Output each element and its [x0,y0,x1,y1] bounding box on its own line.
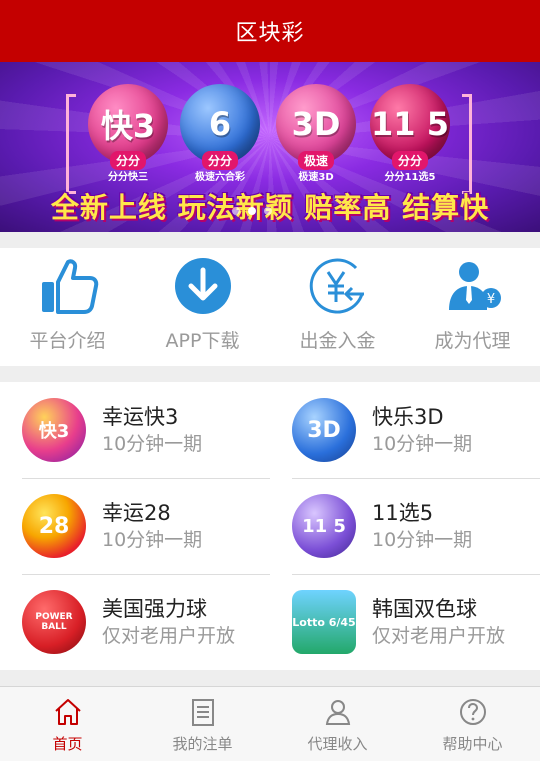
quick-item-deposit-withdraw[interactable]: 出金入金 [270,248,405,366]
lottery-name: 幸运28 [102,501,171,525]
carousel-indicator [232,207,272,215]
lottery-item-lucky-k3[interactable]: 快3 幸运快3 10分钟一期 [0,382,270,478]
banner-slogan: 全新上线 玩法新颖 赔率高 结算快 [50,191,490,224]
lottery-icon-badge: 11 5 [302,515,346,537]
banner-ball-kuai3: 快3 分分 [88,84,168,170]
lottery-icon-badge: Lotto 6/45 [292,615,356,629]
page-title: 区块彩 [235,21,305,46]
carousel-dot-active[interactable] [248,207,256,215]
help-icon [458,697,488,727]
banner-frame-right [462,94,472,194]
carousel-dot[interactable] [264,207,272,215]
lottery-name: 美国强力球 [102,597,207,621]
lucky-28-icon: 28 [22,494,86,558]
lottery-item-lucky-28[interactable]: 28 幸运28 10分钟一期 [0,478,270,574]
banner-ball-11x5: 11 5 分分 [370,84,450,170]
tab-home[interactable]: 首页 [0,687,135,761]
banner-ball-text: 11 5 [371,105,449,143]
lottery-name: 快乐3D [372,405,444,429]
lottery-icon-badge: 28 [38,513,70,539]
lottery-period: 10分钟一期 [102,433,203,455]
lottery-icon-badge: 3D [307,417,341,443]
tab-label: 我的注单 [172,735,233,753]
home-icon [53,697,83,727]
korea-lotto-icon: Lotto 6/45 [292,590,356,654]
quick-item-label: 成为代理 [434,330,511,352]
agent-person-icon: ¥ [441,254,505,318]
agent-income-icon [323,697,353,727]
lottery-name: 幸运快3 [102,405,179,429]
thumbs-up-icon [36,254,100,318]
yuan-exchange-icon [306,254,370,318]
quick-item-become-agent[interactable]: ¥ 成为代理 [405,248,540,366]
lottery-icon-badge: 快3 [38,421,70,442]
quick-item-platform-intro[interactable]: 平台介绍 [0,248,135,366]
banner-ball-caption: 极速六合彩 [195,172,245,183]
banner-ball-caption: 分分11选5 [384,172,436,183]
bottom-tab-bar: 首页 我的注单 代理收入 帮助中心 [0,686,540,761]
banner-ball-caption: 分分快三 [108,172,148,183]
lottery-period: 10分钟一期 [372,433,473,455]
quick-menu: 平台介绍 APP下载 出金入金 ¥ 成为代理 [0,248,540,366]
lottery-period: 10分钟一期 [372,529,473,551]
lottery-icon-badge: POWER BALL [35,612,73,632]
lucky-k3-icon: 快3 [22,398,86,462]
banner-ball-text: 6 [208,105,232,143]
banner-ball-text: 3D [291,105,341,143]
lottery-period: 仅对老用户开放 [372,625,506,647]
top-bar: 区块彩 [0,0,540,62]
svg-text:¥: ¥ [486,292,494,307]
lottery-item-us-powerball[interactable]: POWER BALL 美国强力球 仅对老用户开放 [0,574,270,670]
tab-label: 帮助中心 [442,735,503,753]
tab-label: 代理收入 [307,735,368,753]
lottery-item-11x5[interactable]: 11 5 11选5 10分钟一期 [270,478,540,574]
tab-help-center[interactable]: 帮助中心 [405,687,540,761]
banner-frame-left [66,94,76,194]
lottery-name: 11选5 [372,501,434,525]
tab-my-orders[interactable]: 我的注单 [135,687,270,761]
lottery-item-happy-3d[interactable]: 3D 快乐3D 10分钟一期 [270,382,540,478]
tab-agent-income[interactable]: 代理收入 [270,687,405,761]
lottery-item-korea-lotto[interactable]: Lotto 6/45 韩国双色球 仅对老用户开放 [270,574,540,670]
order-list-icon [188,697,218,727]
happy-3d-icon: 3D [292,398,356,462]
quick-item-label: 出金入金 [299,330,376,352]
download-icon [171,254,235,318]
lottery-name: 韩国双色球 [372,597,477,621]
quick-item-app-download[interactable]: APP下载 [135,248,270,366]
quick-item-label: APP下载 [165,330,240,352]
banner-ball-caption: 极速3D [298,172,334,183]
eleven-choose-five-icon: 11 5 [292,494,356,558]
banner-ball-3d: 3D 极速 [276,84,356,170]
quick-item-label: 平台介绍 [29,330,106,352]
banner-ball-text: 快3 [100,107,156,145]
app-root: 区块彩 快3 分分 6 分分 3D 极速 11 5 分分 分分快三 极速六合彩 … [0,0,540,761]
lottery-list: 快3 幸运快3 10分钟一期 3D 快乐3D 10分钟一期 28 幸运28 10… [0,382,540,670]
us-powerball-icon: POWER BALL [22,590,86,654]
lottery-period: 仅对老用户开放 [102,625,236,647]
lottery-period: 10分钟一期 [102,529,203,551]
carousel-dot[interactable] [232,207,240,215]
banner-ball-liuhe: 6 分分 [180,84,260,170]
tab-label: 首页 [52,735,83,753]
